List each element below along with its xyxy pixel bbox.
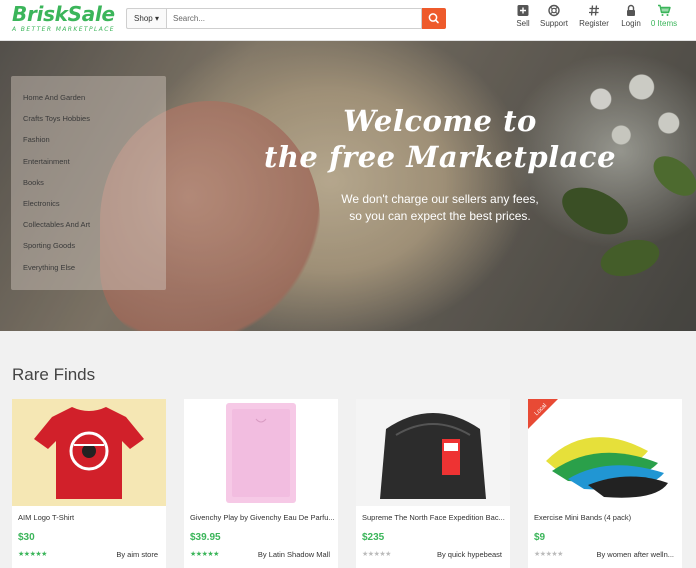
seller-name[interactable]: By aim store [116,550,158,559]
category-item-sporting-goods[interactable]: Sporting Goods [11,238,166,259]
nav-sell-label: Sell [516,19,530,28]
rating-stars: ★★★★★ [18,550,47,558]
hash-icon [589,5,599,16]
nav-support-label: Support [539,19,569,28]
backpack-image [380,413,486,499]
logo-text: BriskSale [12,2,115,26]
hero-subtitle-line1: We don't charge our sellers any fees, [341,192,539,206]
star-icon: ★ [385,551,391,558]
category-item-collectables-and-art[interactable]: Collectables And Art [11,217,166,238]
nav-register[interactable]: Register [577,4,611,28]
perfume-image [226,403,296,503]
product-name[interactable]: Exercise Mini Bands (4 pack) [534,513,679,522]
nav-cart-label: 0 Items [650,19,678,28]
star-icon: ★ [213,551,219,558]
search-icon [428,13,439,24]
nav-register-label: Register [579,19,609,28]
logo[interactable]: BriskSale A BETTER MARKETPLACE [12,3,115,33]
nav-cart[interactable]: 0 Items [648,4,680,28]
star-icon: ★ [41,551,47,558]
cart-icon [658,4,671,16]
seller-name[interactable]: By Latin Shadow Mall [258,550,330,559]
product-price: $235 [362,532,385,543]
product-name[interactable]: AIM Logo T-Shirt [18,513,163,522]
product-card-aim-tshirt[interactable]: AIM Logo T-Shirt $30 ★★★★★ By aim store [12,399,166,568]
product-name[interactable]: Givenchy Play by Givenchy Eau De Parfu..… [190,513,335,522]
category-item-entertainment[interactable]: Entertainment [11,154,166,175]
rating-stars: ★★★★★ [190,550,219,558]
product-card-exercise-bands[interactable]: Local Exercise Mini Bands (4 pack) $9 ★★… [528,399,682,568]
hero-title: Welcome to the free Marketplace [240,103,640,175]
hero-title-line2: the free Marketplace [263,140,617,174]
category-item-everything-else[interactable]: Everything Else [11,260,166,281]
product-price: $30 [18,532,35,543]
product-image[interactable] [12,399,166,506]
seller-name[interactable]: By women after welln... [596,550,674,559]
product-price: $39.95 [190,532,221,543]
shop-dropdown-button[interactable]: Shop ▾ [126,8,166,29]
logo-tagline: A BETTER MARKETPLACE [12,26,116,33]
category-menu: Home And Garden Crafts Toys Hobbies Fash… [11,76,166,290]
category-item-crafts-toys-hobbies[interactable]: Crafts Toys Hobbies [11,111,166,132]
search-input[interactable] [166,8,422,29]
category-item-electronics[interactable]: Electronics [11,196,166,217]
product-image[interactable]: Local [528,399,682,506]
lifebuoy-icon [548,4,560,17]
category-item-fashion[interactable]: Fashion [11,132,166,153]
search-button[interactable] [422,8,446,29]
site-header: BriskSale A BETTER MARKETPLACE Shop ▾ Se… [0,0,696,41]
lock-icon [627,4,635,16]
category-item-home-and-garden[interactable]: Home And Garden [11,90,166,111]
nav-login-label: Login [621,19,641,28]
tshirt-image [34,407,144,499]
hero-subtitle-line2: so you can expect the best prices. [349,209,531,223]
plus-square-icon [517,5,529,16]
rare-finds-heading: Rare Finds [12,365,96,384]
product-name[interactable]: Supreme The North Face Expedition Bac... [362,513,507,522]
nav-support[interactable]: Support [537,4,571,28]
product-image[interactable] [184,399,338,506]
nav-login[interactable]: Login [619,4,643,28]
category-item-books[interactable]: Books [11,175,166,196]
product-price: $9 [534,532,546,543]
product-card-givenchy[interactable]: Givenchy Play by Givenchy Eau De Parfu..… [184,399,338,568]
product-card-supreme-backpack[interactable]: Supreme The North Face Expedition Bac...… [356,399,510,568]
hero-title-line1: Welcome to [343,104,537,138]
product-image[interactable] [356,399,510,506]
exercise-bands-image [528,399,668,498]
hero-subtitle: We don't charge our sellers any fees, so… [250,191,630,225]
rating-stars: ★★★★★ [362,550,391,558]
nav-sell[interactable]: Sell [512,4,534,28]
rating-stars: ★★★★★ [534,550,563,558]
hero-banner: Home And Garden Crafts Toys Hobbies Fash… [0,41,696,331]
seller-name[interactable]: By quick hypebeast [437,550,502,559]
star-icon: ★ [557,551,563,558]
